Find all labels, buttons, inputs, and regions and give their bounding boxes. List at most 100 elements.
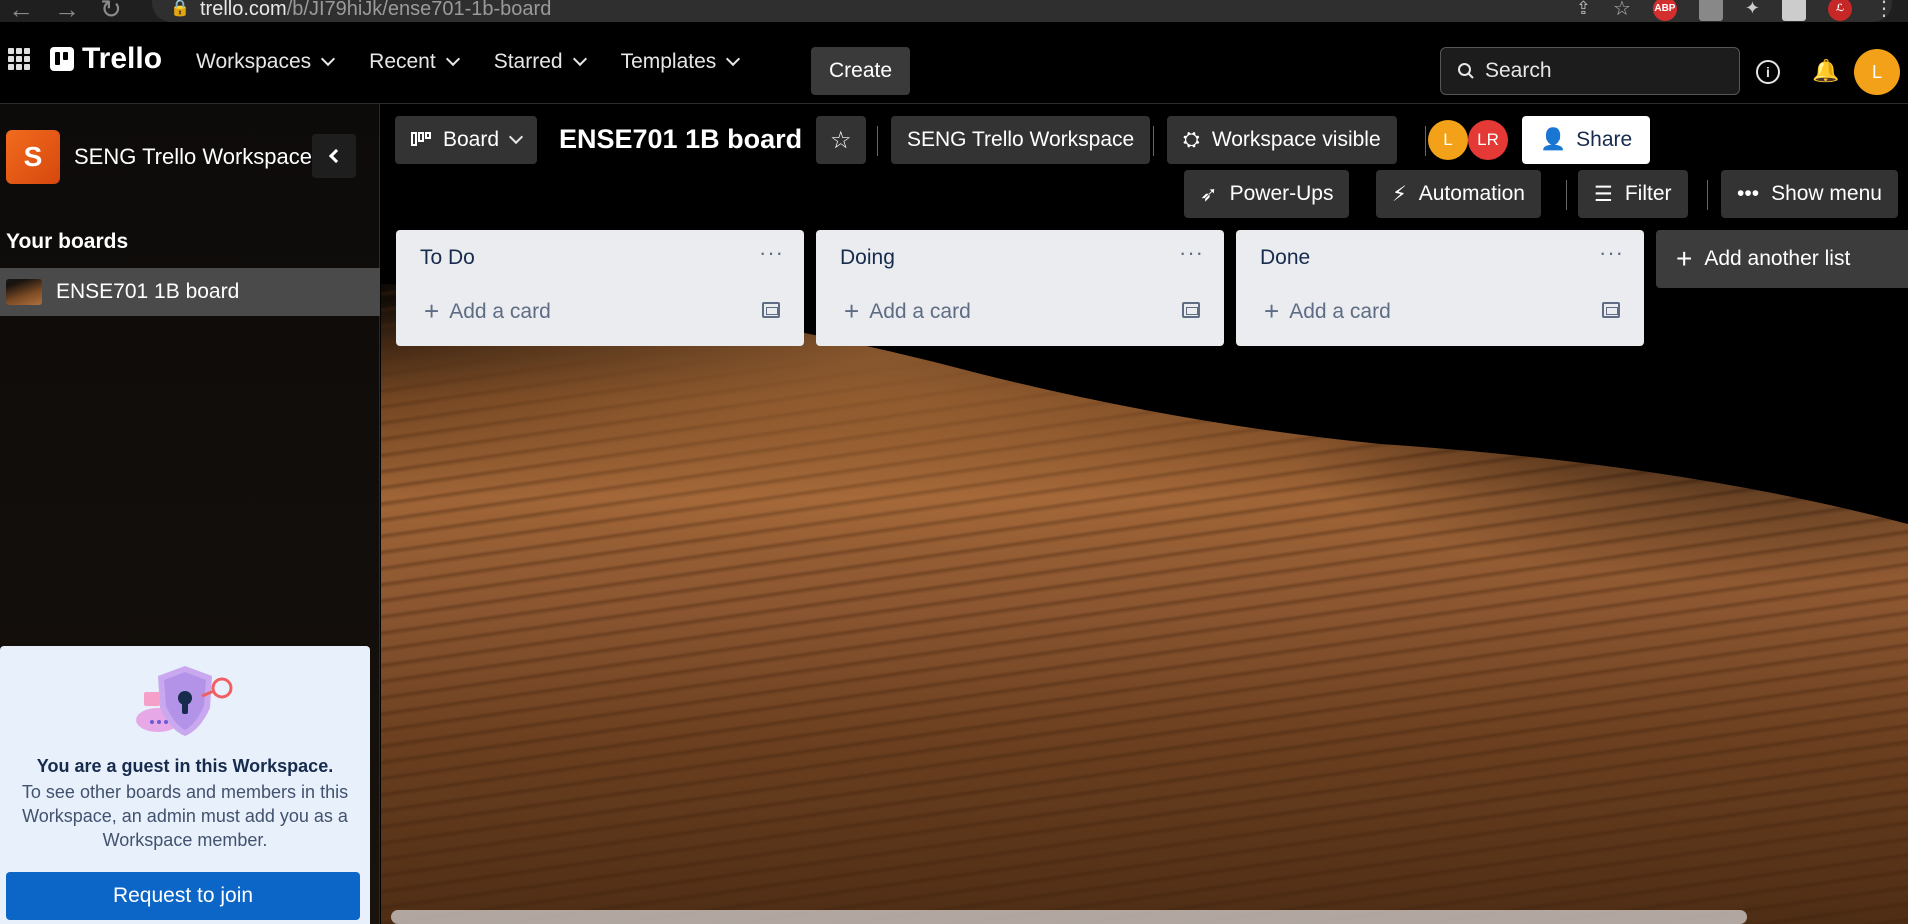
chevron-down-icon <box>726 51 741 67</box>
account-avatar[interactable]: L <box>1854 49 1900 95</box>
list-title[interactable]: Done <box>1260 246 1310 270</box>
list-column: To Do ··· + Add a card <box>396 230 804 346</box>
workspace-button[interactable]: SENG Trello Workspace <box>891 116 1151 164</box>
create-button[interactable]: Create <box>811 47 911 95</box>
nav-label: Starred <box>493 50 563 73</box>
extension-icon[interactable] <box>1698 0 1723 21</box>
star-icon: ☆ <box>830 126 852 154</box>
show-menu-label: Show menu <box>1771 182 1882 205</box>
divider <box>1425 126 1426 156</box>
share-page-icon[interactable]: ⇪ <box>1576 0 1591 19</box>
search-placeholder: Search <box>1485 59 1552 82</box>
search-icon <box>1458 63 1474 79</box>
workspace-sidebar: S SENG Trello Workspace Your boards ENSE… <box>0 104 380 924</box>
card-template-icon[interactable] <box>1182 302 1200 318</box>
list-actions-icon[interactable]: ··· <box>1179 240 1204 266</box>
board-view-icon <box>411 132 431 146</box>
bookmark-star-icon[interactable]: ☆ <box>1613 0 1631 21</box>
add-member-icon: 👤 <box>1540 128 1567 151</box>
add-card-label: Add a card <box>449 299 551 323</box>
nav-label: Workspaces <box>196 50 312 73</box>
add-card-label: Add a card <box>869 299 971 323</box>
plus-icon: + <box>1676 243 1693 274</box>
workspace-header: S SENG Trello Workspace <box>6 130 312 184</box>
add-list-label: Add another list <box>1704 247 1851 270</box>
notifications-bell-icon[interactable]: 🔔 <box>1812 58 1839 84</box>
list-actions-icon[interactable]: ··· <box>1599 240 1624 266</box>
list-column: Doing ··· + Add a card <box>816 230 1224 346</box>
plus-icon: + <box>844 296 860 326</box>
show-menu-button[interactable]: ••• Show menu <box>1721 170 1898 218</box>
rocket-icon: ➶ <box>1200 182 1218 206</box>
workspace-name: SENG Trello Workspace <box>74 144 313 169</box>
guest-description: To see other boards and members in this … <box>21 782 349 850</box>
chevron-down-icon <box>508 129 524 145</box>
share-button[interactable]: 👤 Share <box>1522 116 1651 164</box>
lock-icon: 🔒 <box>170 0 190 17</box>
chevron-down-icon <box>321 51 336 67</box>
board-view-label: Board <box>443 128 500 151</box>
list-actions-icon[interactable]: ··· <box>759 240 784 266</box>
url-path: /b/JI79hiJk/ense701-1b-board <box>286 0 552 20</box>
guest-lock-illustration <box>136 666 233 736</box>
bolt-icon: ⚡ <box>1392 182 1407 206</box>
workspace-badge: S <box>6 130 60 184</box>
board-view-switcher[interactable]: Board <box>395 116 538 164</box>
list-title[interactable]: Doing <box>840 246 895 270</box>
board-title[interactable]: ENSE701 1B board <box>559 124 802 155</box>
collapse-sidebar-button[interactable] <box>312 134 356 178</box>
sidebar-board-label: ENSE701 1B board <box>56 280 240 303</box>
board-canvas[interactable]: Board ENSE701 1B board ☆ SENG Trello Wor… <box>381 104 1908 924</box>
nav-templates[interactable]: Templates <box>605 42 755 82</box>
trello-logo[interactable]: Trello <box>50 42 162 76</box>
chevron-down-icon <box>572 51 587 67</box>
filter-button[interactable]: ☰ Filter <box>1578 170 1688 218</box>
share-label: Share <box>1576 128 1633 151</box>
sidepanel-icon[interactable] <box>1782 0 1806 21</box>
extension-icons: ⇪ ☆ ABP ✦ ℒ ⋮ <box>1576 0 1894 21</box>
list-column: Done ··· + Add a card <box>1236 230 1644 346</box>
your-boards-heading: Your boards <box>6 230 129 253</box>
guest-title: You are a guest in this Workspace. <box>36 756 334 776</box>
request-to-join-button[interactable]: Request to join <box>6 872 360 920</box>
card-template-icon[interactable] <box>762 302 780 318</box>
url-text[interactable]: trello.com/b/JI79hiJk/ense701-1b-board <box>200 0 551 21</box>
member-avatar[interactable]: L <box>1428 120 1468 160</box>
add-card-button[interactable]: + Add a card <box>844 296 971 327</box>
adblock-icon[interactable]: ABP <box>1652 0 1677 21</box>
profile-ext-icon[interactable]: ℒ <box>1828 0 1852 21</box>
info-icon[interactable]: i <box>1756 60 1780 84</box>
nav-recent[interactable]: Recent <box>353 42 474 82</box>
app-switcher-icon[interactable] <box>8 48 30 70</box>
chevron-down-icon <box>445 51 460 67</box>
browser-menu-icon[interactable]: ⋮ <box>1874 0 1894 21</box>
divider <box>1153 126 1154 156</box>
list-title[interactable]: To Do <box>420 246 475 270</box>
visibility-button[interactable]: ⛭ Workspace visible <box>1167 116 1397 164</box>
puzzle-icon[interactable]: ✦ <box>1745 0 1760 19</box>
power-ups-button[interactable]: ➶ Power-Ups <box>1184 170 1350 218</box>
nav-workspaces[interactable]: Workspaces <box>180 42 349 82</box>
member-avatar[interactable]: LR <box>1468 120 1508 160</box>
nav-label: Recent <box>369 50 436 73</box>
add-card-label: Add a card <box>1289 299 1391 323</box>
search-input[interactable]: Search <box>1440 47 1740 95</box>
automation-button[interactable]: ⚡ Automation <box>1376 170 1541 218</box>
add-card-button[interactable]: + Add a card <box>1264 296 1391 327</box>
card-template-icon[interactable] <box>1602 302 1620 318</box>
board-thumbnail <box>6 279 42 305</box>
star-board-button[interactable]: ☆ <box>816 116 866 164</box>
browser-toolbar: ← → ↻ 🔒 trello.com/b/JI79hiJk/ense701-1b… <box>0 0 1908 24</box>
automation-label: Automation <box>1418 182 1525 205</box>
logo-text: Trello <box>82 42 163 75</box>
more-icon: ••• <box>1737 182 1760 205</box>
board-header: Board ENSE701 1B board ☆ SENG Trello Wor… <box>381 104 1908 234</box>
horizontal-scrollbar[interactable] <box>391 910 1747 924</box>
plus-icon: + <box>424 296 440 326</box>
sidebar-board-item[interactable]: ENSE701 1B board <box>0 268 380 316</box>
power-ups-label: Power-Ups <box>1229 182 1334 205</box>
url-host: trello.com <box>200 0 287 20</box>
add-another-list-button[interactable]: + Add another list <box>1656 230 1908 288</box>
add-card-button[interactable]: + Add a card <box>424 296 551 327</box>
nav-starred[interactable]: Starred <box>478 42 601 82</box>
